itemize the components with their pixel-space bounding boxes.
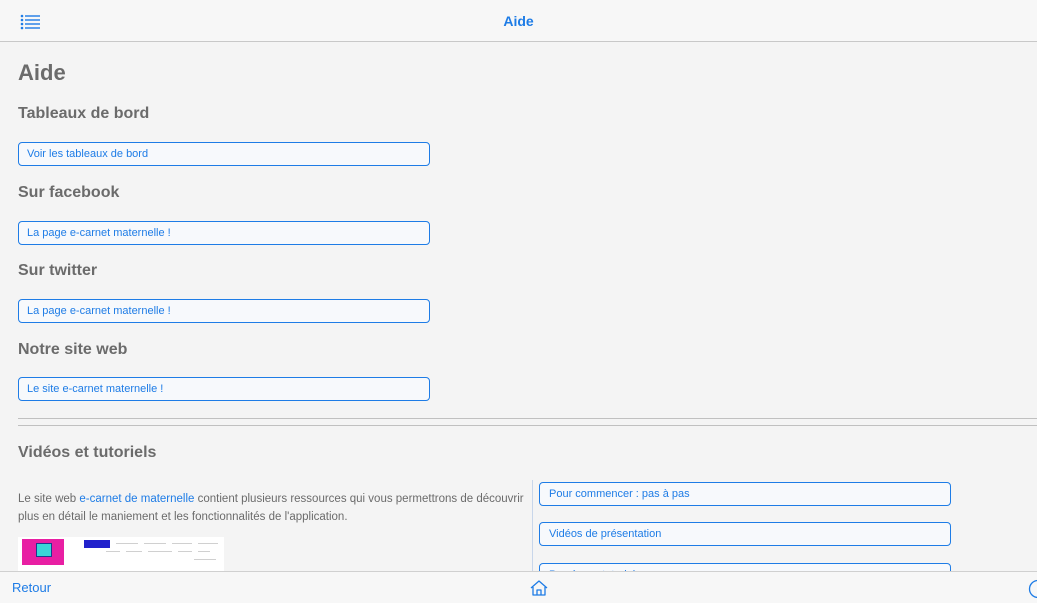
website-link[interactable]: e-carnet de maternelle (79, 493, 194, 505)
divider (18, 425, 1037, 426)
page-title: Aide (18, 60, 66, 85)
section-title-twitter: Sur twitter (18, 262, 98, 279)
dashboards-button[interactable]: Voir les tableaux de bord (18, 142, 430, 166)
section-title-videos: Vidéos et tutoriels (18, 444, 157, 461)
website-button[interactable]: Le site e-carnet maternelle ! (18, 377, 430, 401)
divider (18, 418, 1037, 419)
getting-started-button[interactable]: Pour commencer : pas à pas (539, 482, 951, 506)
column-divider (532, 480, 533, 571)
home-icon[interactable] (529, 579, 549, 597)
header-title: Aide (503, 13, 534, 29)
twitter-page-button[interactable]: La page e-carnet maternelle ! (18, 299, 430, 323)
help-icon[interactable] (1028, 579, 1037, 599)
section-title-website: Notre site web (18, 341, 128, 358)
bottom-bar: Retour (0, 571, 1037, 603)
top-bar: Aide (0, 0, 1037, 42)
tutorials-button[interactable]: Pas-à-pas tutoriels (539, 563, 951, 571)
presentation-videos-button[interactable]: Vidéos de présentation (539, 522, 951, 546)
facebook-page-button[interactable]: La page e-carnet maternelle ! (18, 221, 430, 245)
videos-description: Le site web e-carnet de maternelle conti… (18, 490, 528, 526)
desc-text: Le site web (18, 493, 80, 505)
back-button[interactable]: Retour (12, 580, 51, 595)
main-content: Aide Tableaux de bord Voir les tableaux … (0, 42, 1037, 571)
website-preview-image (18, 537, 224, 571)
section-title-facebook: Sur facebook (18, 184, 120, 201)
section-title-dashboards: Tableaux de bord (18, 105, 150, 122)
logo-image (22, 539, 64, 565)
